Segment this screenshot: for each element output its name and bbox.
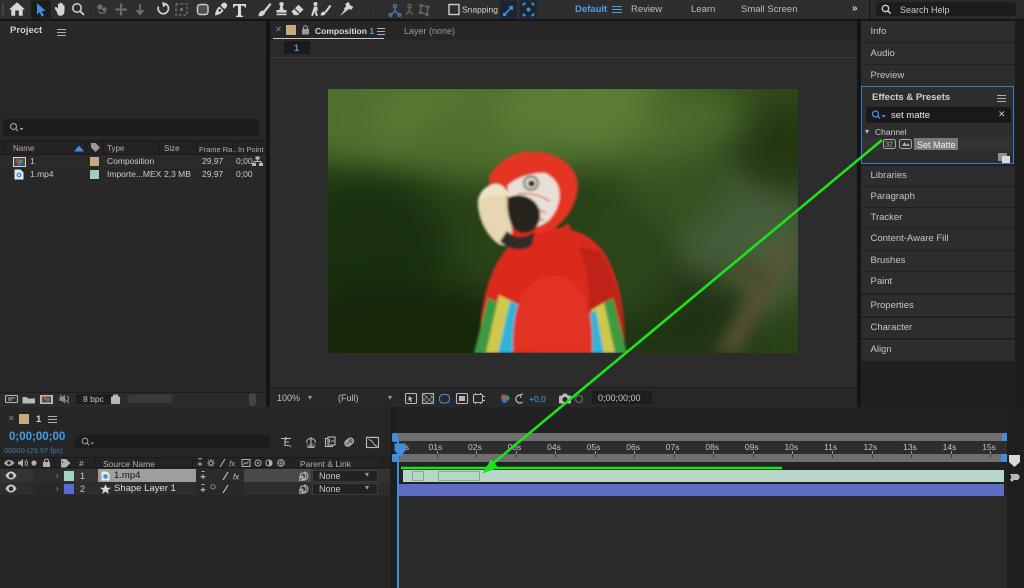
- svg-text:+0,0: +0,0: [529, 394, 546, 404]
- svg-text:fx: fx: [233, 473, 240, 482]
- svg-text:Snapping: Snapping: [462, 5, 498, 15]
- svg-text:#: #: [79, 459, 84, 469]
- svg-text:fx: fx: [229, 460, 236, 469]
- svg-text:32: 32: [885, 142, 893, 149]
- svg-text:8 bpc: 8 bpc: [83, 394, 105, 404]
